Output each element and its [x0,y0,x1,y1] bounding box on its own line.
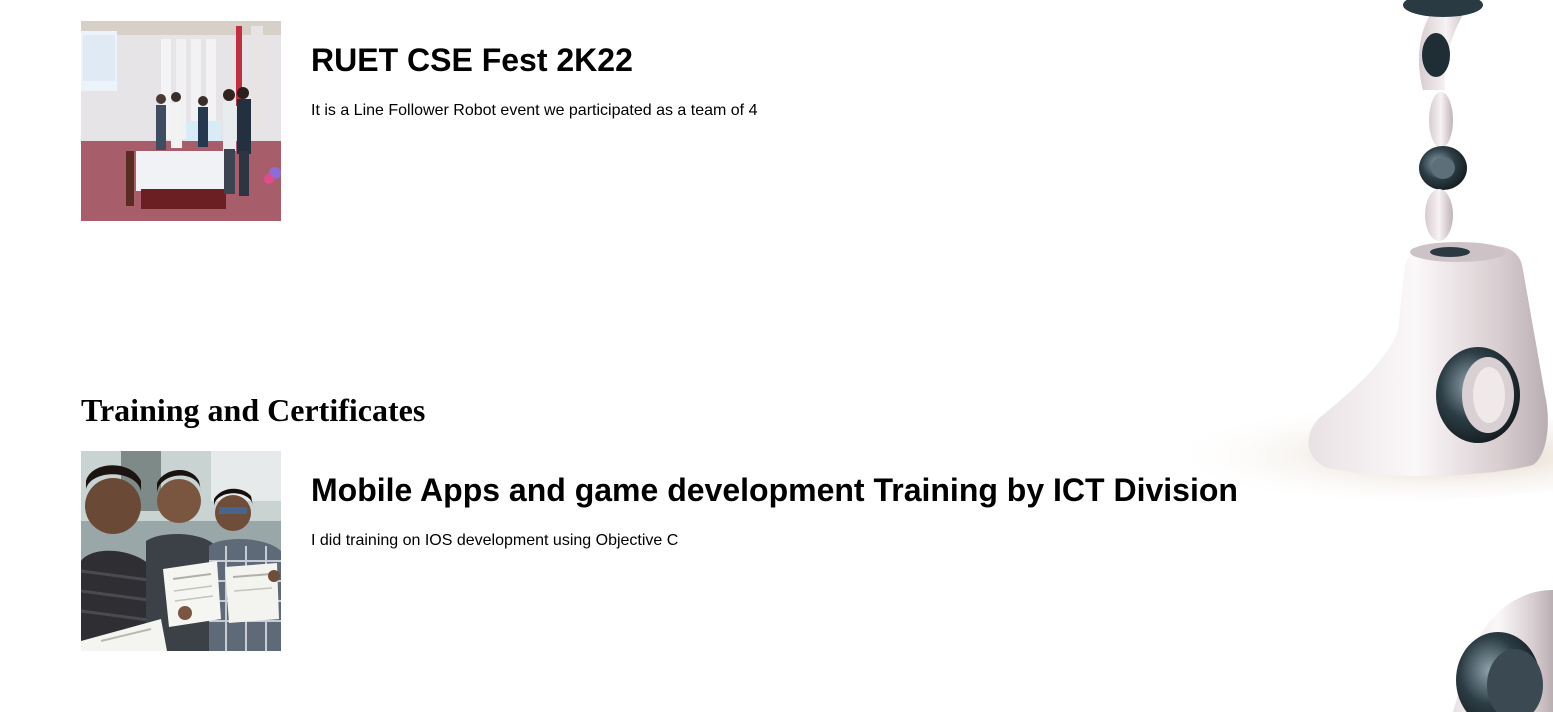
training-title: Mobile Apps and game development Trainin… [311,472,1238,508]
event-text: RUET CSE Fest 2K22 It is a Line Follower… [311,21,757,121]
section-heading-training: Training and Certificates [81,392,426,428]
event-photo [81,21,281,221]
event-description: It is a Line Follower Robot event we par… [311,102,758,119]
training-photo [81,451,281,651]
event-entry: RUET CSE Fest 2K22 It is a Line Follower… [81,21,757,221]
training-entry: Mobile Apps and game development Trainin… [81,451,1238,651]
event-title: RUET CSE Fest 2K22 [311,42,633,78]
training-text: Mobile Apps and game development Trainin… [311,451,1238,551]
training-description: I did training on IOS development using … [311,532,679,549]
